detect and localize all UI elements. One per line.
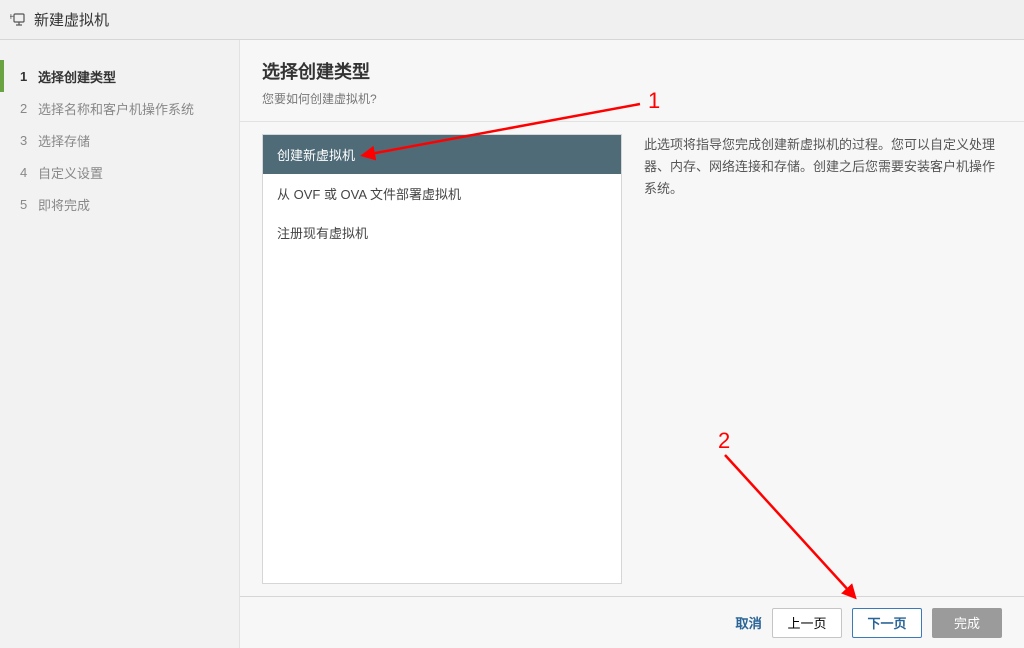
step-number: 4 [20, 165, 38, 180]
step-label: 即将完成 [38, 195, 90, 214]
step-label: 选择名称和客户机操作系统 [38, 99, 194, 118]
wizard-step-3[interactable]: 3 选择存储 [0, 124, 239, 156]
step-number: 5 [20, 197, 38, 212]
option-register-existing-vm[interactable]: 注册现有虚拟机 [263, 213, 621, 252]
dialog-body: 1 选择创建类型 2 选择名称和客户机操作系统 3 选择存储 4 自定义设置 5… [0, 40, 1024, 648]
wizard-main: 选择创建类型 您要如何创建虚拟机? 创建新虚拟机 从 OVF 或 OVA 文件部… [240, 40, 1024, 648]
step-number: 2 [20, 101, 38, 116]
wizard-step-1[interactable]: 1 选择创建类型 [0, 60, 239, 92]
wizard-step-5[interactable]: 5 即将完成 [0, 188, 239, 220]
finish-button: 完成 [932, 608, 1002, 638]
dialog-title: 新建虚拟机 [34, 9, 109, 30]
step-label: 自定义设置 [38, 163, 103, 182]
next-button[interactable]: 下一页 [852, 608, 922, 638]
option-deploy-ovf-ova[interactable]: 从 OVF 或 OVA 文件部署虚拟机 [263, 174, 621, 213]
wizard-footer: 取消 上一页 下一页 完成 [240, 596, 1024, 648]
option-create-new-vm[interactable]: 创建新虚拟机 [263, 135, 621, 174]
main-subheading: 您要如何创建虚拟机? [262, 90, 1002, 107]
wizard-step-4[interactable]: 4 自定义设置 [0, 156, 239, 188]
wizard-step-2[interactable]: 2 选择名称和客户机操作系统 [0, 92, 239, 124]
main-header: 选择创建类型 您要如何创建虚拟机? [240, 58, 1024, 122]
wizard-sidebar: 1 选择创建类型 2 选择名称和客户机操作系统 3 选择存储 4 自定义设置 5… [0, 40, 240, 648]
dialog-titlebar: + 新建虚拟机 [0, 0, 1024, 40]
option-description: 此选项将指导您完成创建新虚拟机的过程。您可以自定义处理器、内存、网络连接和存储。… [622, 134, 1002, 584]
step-label: 选择存储 [38, 131, 90, 150]
cancel-button[interactable]: 取消 [735, 613, 762, 632]
back-button[interactable]: 上一页 [772, 608, 842, 638]
new-vm-dialog: + 新建虚拟机 1 选择创建类型 2 选择名称和客户机操作系统 3 选择存储 [0, 0, 1024, 648]
main-heading: 选择创建类型 [262, 58, 1002, 84]
creation-type-list: 创建新虚拟机 从 OVF 或 OVA 文件部署虚拟机 注册现有虚拟机 [262, 134, 622, 584]
step-number: 1 [20, 69, 38, 84]
vm-icon: + [10, 12, 26, 28]
svg-text:+: + [10, 12, 14, 23]
step-number: 3 [20, 133, 38, 148]
main-body: 创建新虚拟机 从 OVF 或 OVA 文件部署虚拟机 注册现有虚拟机 此选项将指… [240, 122, 1024, 596]
step-label: 选择创建类型 [38, 67, 116, 86]
